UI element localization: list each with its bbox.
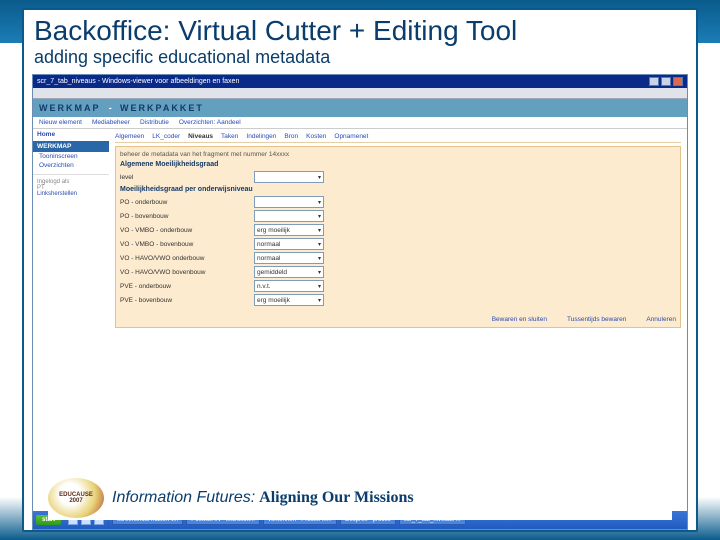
educause-badge-icon: EDUCAUSE 2007: [48, 478, 104, 518]
main-panel: Algemeen LK_coder Niveaus Taken Indeling…: [109, 129, 687, 514]
chevron-down-icon: ▾: [318, 174, 321, 181]
row-select[interactable]: gemiddeld▾: [254, 266, 324, 278]
window-titlebar: scr_7_tab_niveaus - Windows-viewer voor …: [33, 75, 687, 88]
sidebar: Home WERKMAP Tooninscreen Overzichten In…: [33, 129, 109, 514]
sidebar-section: WERKMAP: [33, 141, 109, 152]
topnav-item[interactable]: Nieuw element: [39, 119, 82, 126]
topnav-item[interactable]: Mediabeheer: [92, 119, 130, 126]
level-select[interactable]: ▾: [254, 171, 324, 183]
row-label: VO - HAVO/VWO onderbouw: [120, 255, 250, 262]
tab-taken[interactable]: Taken: [221, 133, 238, 140]
badge-year: 2007: [69, 498, 82, 504]
tab-indelingen[interactable]: Indelingen: [246, 133, 276, 140]
chevron-down-icon: ▾: [318, 199, 321, 206]
panel-actions: Bewaren en sluiten Tussentijds bewaren A…: [120, 316, 676, 323]
row-label: PVE - onderbouw: [120, 283, 250, 290]
table-row: VO - HAVO/VWO onderbouw normaal▾: [120, 252, 676, 264]
row-select[interactable]: normaal▾: [254, 238, 324, 250]
row-select[interactable]: erg moeilijk▾: [254, 294, 324, 306]
app-header: WERKMAP - WERKPAKKET: [33, 99, 687, 117]
chevron-down-icon: ▾: [318, 269, 321, 276]
slide-footer: EDUCAUSE 2007 Information Futures: Align…: [48, 476, 672, 520]
row-select[interactable]: ▾: [254, 196, 324, 208]
slide-title: Backoffice: Virtual Cutter + Editing Too…: [24, 10, 696, 47]
sidebar-link[interactable]: Overzichten: [33, 161, 109, 170]
row-label: VO - VMBO - onderbouw: [120, 227, 250, 234]
row-select[interactable]: n.v.t.▾: [254, 280, 324, 292]
sidebar-user-info: Ingelogd als PT Linksherstellen: [33, 174, 109, 201]
table-row: PVE - onderbouw n.v.t.▾: [120, 280, 676, 292]
tab-niveaus[interactable]: Niveaus: [188, 133, 213, 140]
save-close-button[interactable]: Bewaren en sluiten: [492, 316, 547, 323]
table-row: PVE - bovenbouw erg moeilijk▾: [120, 294, 676, 306]
level-label: level: [120, 174, 250, 181]
save-interim-button[interactable]: Tussentijds bewaren: [567, 316, 626, 323]
window-title-text: scr_7_tab_niveaus - Windows-viewer voor …: [37, 78, 239, 85]
close-icon[interactable]: [673, 77, 683, 86]
row-select[interactable]: ▾: [254, 210, 324, 222]
table-row: PO - onderbouw ▾: [120, 196, 676, 208]
footer-italic: Information Futures:: [112, 489, 255, 506]
slide-subtitle: adding specific educational metadata: [24, 47, 696, 73]
chevron-down-icon: ▾: [318, 255, 321, 262]
row-label: PO - bovenbouw: [120, 213, 250, 220]
metadata-panel: beheer de metadata van het fragment met …: [115, 146, 681, 328]
topnav-item[interactable]: Overzichten: Aandeel: [179, 119, 241, 126]
row-select[interactable]: normaal▾: [254, 252, 324, 264]
maximize-icon[interactable]: [661, 77, 671, 86]
chevron-down-icon: ▾: [318, 297, 321, 304]
screenshot-window: scr_7_tab_niveaus - Windows-viewer voor …: [32, 74, 688, 530]
row-level: level ▾: [120, 171, 676, 183]
topnav-item[interactable]: Distributie: [140, 119, 169, 126]
row-select[interactable]: erg moeilijk▾: [254, 224, 324, 236]
chevron-down-icon: ▾: [318, 213, 321, 220]
top-nav: Nieuw element Mediabeheer Distributie Ov…: [33, 117, 687, 129]
chevron-down-icon: ▾: [318, 227, 321, 234]
app-header-2: WERKPAKKET: [120, 103, 204, 113]
footer-text: Information Futures: Aligning Our Missio…: [112, 489, 414, 507]
table-row: VO - HAVO/VWO bovenbouw gemiddeld▾: [120, 266, 676, 278]
section-general: Algemene Moeilijkheidsgraad: [120, 161, 676, 168]
sidebar-home[interactable]: Home: [33, 129, 109, 140]
cancel-button[interactable]: Annuleren: [646, 316, 676, 323]
chevron-down-icon: ▾: [318, 241, 321, 248]
viewer-toolbar: [33, 88, 687, 99]
content-tabs: Algemeen LK_coder Niveaus Taken Indeling…: [115, 133, 681, 143]
row-label: VO - HAVO/VWO bovenbouw: [120, 269, 250, 276]
footer-bold: Aligning Our Missions: [259, 489, 413, 506]
row-label: PO - onderbouw: [120, 199, 250, 206]
chevron-down-icon: ▾: [318, 283, 321, 290]
minimize-icon[interactable]: [649, 77, 659, 86]
tab-algemeen[interactable]: Algemeen: [115, 133, 144, 140]
sidebar-link[interactable]: Tooninscreen: [33, 152, 109, 161]
panel-description: beheer de metadata van het fragment met …: [120, 151, 676, 158]
table-row: PO - bovenbouw ▾: [120, 210, 676, 222]
tab-kosten[interactable]: Kosten: [306, 133, 326, 140]
tab-lkcoder[interactable]: LK_coder: [152, 133, 180, 140]
table-row: VO - VMBO - onderbouw erg moeilijk▾: [120, 224, 676, 236]
row-label: PVE - bovenbouw: [120, 297, 250, 304]
tab-opnamenet[interactable]: Opnamenet: [334, 133, 368, 140]
table-row: VO - VMBO - bovenbouw normaal▾: [120, 238, 676, 250]
tab-bron[interactable]: Bron: [284, 133, 298, 140]
app-header-sep: -: [109, 103, 112, 113]
app-header-1: WERKMAP: [39, 103, 101, 113]
section-per-level: Moeilijkheidsgraad per onderwijsniveau: [120, 186, 676, 193]
sidebar-link2[interactable]: Linksherstellen: [37, 191, 105, 197]
row-label: VO - VMBO - bovenbouw: [120, 241, 250, 248]
